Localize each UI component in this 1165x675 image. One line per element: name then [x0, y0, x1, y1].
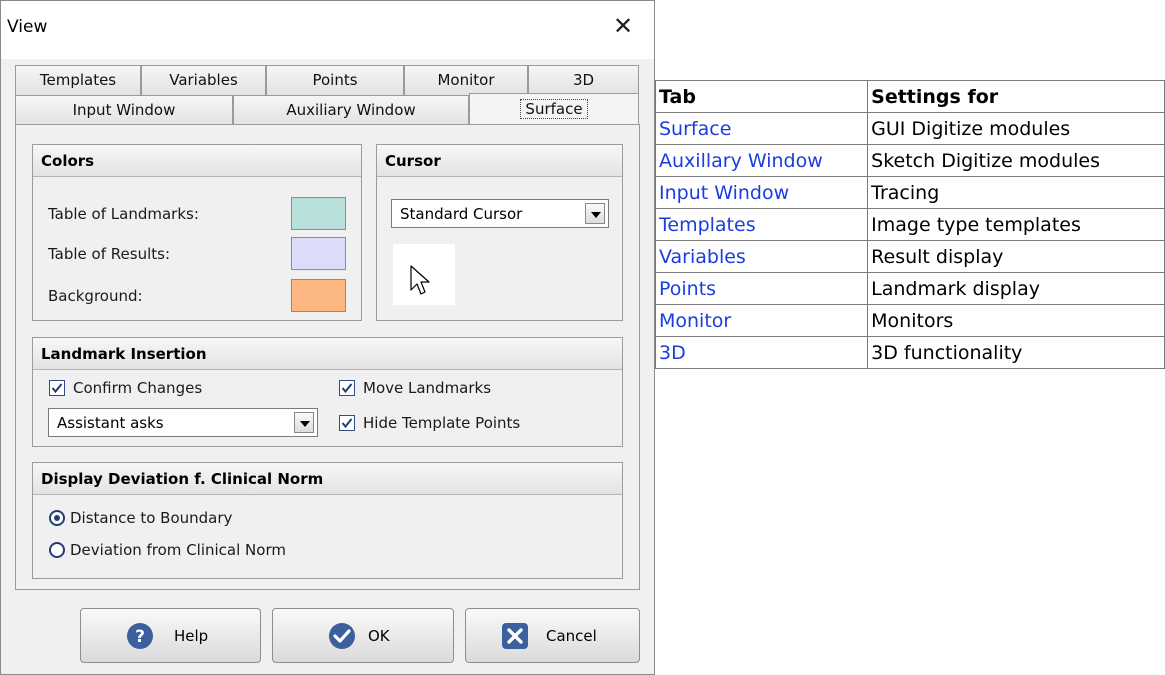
cursor-header: Cursor [377, 145, 622, 177]
view-dialog: View ✕ Templates Variables Points Monito… [0, 0, 655, 675]
tab-label: Surface [520, 99, 588, 119]
table-header-row: Tab Settings for [654, 80, 1165, 113]
hide-template-points-label: Hide Template Points [363, 414, 521, 432]
table-cell: 3D functionality [867, 336, 1165, 369]
cancel-button-label: Cancel [546, 627, 597, 645]
tab-points[interactable]: Points [266, 65, 404, 95]
chevron-down-icon[interactable] [294, 412, 314, 433]
cancel-icon [502, 623, 528, 649]
table-cell-link[interactable]: Surface [654, 112, 869, 145]
table-cell-link[interactable]: Input Window [654, 176, 869, 209]
table-cell-link[interactable]: Points [654, 272, 869, 305]
hide-template-points-checkbox[interactable] [339, 415, 355, 431]
table-header-tab: Tab [654, 80, 869, 113]
results-color-swatch[interactable] [291, 237, 346, 270]
tab-settings-table: Tab Settings for Surface GUI Digitize mod… [654, 80, 1165, 369]
checkmark-icon [329, 623, 355, 649]
close-icon[interactable]: ✕ [613, 13, 633, 39]
table-cell-link[interactable]: 3D [654, 336, 869, 369]
table-row: Auxillary Window Sketch Digitize modules [654, 144, 1165, 177]
title-bar: View ✕ [1, 1, 654, 59]
ok-button[interactable]: OK [272, 608, 454, 663]
landmarks-color-swatch[interactable] [291, 197, 346, 230]
assistant-select-value: Assistant asks [57, 414, 164, 432]
table-row: 3D 3D functionality [654, 336, 1165, 369]
table-row: Templates Image type templates [654, 208, 1165, 241]
help-button-label: Help [174, 627, 209, 645]
checkmark-icon [51, 383, 63, 394]
tab-3d[interactable]: 3D [528, 65, 639, 95]
move-landmarks-checkbox[interactable] [339, 380, 355, 396]
tab-label: Templates [39, 71, 117, 89]
tab-label: Points [312, 71, 358, 89]
tab-surface[interactable]: Surface [469, 93, 639, 126]
table-cell: Result display [867, 240, 1165, 273]
table-row: Surface GUI Digitize modules [654, 112, 1165, 145]
distance-to-boundary-label: Distance to Boundary [70, 509, 233, 527]
tab-label: Input Window [72, 101, 176, 119]
help-button[interactable]: ? Help [80, 608, 261, 663]
checkmark-icon [341, 418, 353, 429]
deviation-from-norm-label: Deviation from Clinical Norm [70, 541, 286, 559]
arrow-cursor-icon [410, 265, 430, 295]
checkmark-icon [341, 383, 353, 394]
background-color-swatch[interactable] [291, 279, 346, 312]
svg-text:?: ? [135, 627, 145, 647]
table-cell-link[interactable]: Auxillary Window [654, 144, 869, 177]
tab-label: Auxiliary Window [286, 101, 416, 119]
table-cell-link[interactable]: Monitor [654, 304, 869, 337]
cursor-preview [393, 244, 455, 305]
chevron-down-icon[interactable] [585, 203, 605, 224]
background-color-label: Background: [48, 287, 143, 305]
deviation-from-norm-radio[interactable] [49, 542, 65, 558]
tab-label: 3D [572, 71, 595, 89]
cursor-select[interactable]: Standard Cursor [391, 199, 609, 228]
deviation-header: Display Deviation f. Clinical Norm [33, 463, 622, 495]
tab-label: Monitor [437, 71, 495, 89]
confirm-changes-checkbox[interactable] [49, 380, 65, 396]
cursor-select-value: Standard Cursor [400, 205, 523, 223]
colors-header: Colors [33, 145, 361, 177]
table-cell: Tracing [867, 176, 1165, 209]
move-landmarks-label: Move Landmarks [363, 379, 492, 397]
table-row: Variables Result display [654, 240, 1165, 273]
tab-monitor[interactable]: Monitor [404, 65, 528, 95]
help-icon: ? [127, 623, 153, 649]
results-color-label: Table of Results: [48, 245, 170, 263]
tab-label: Variables [169, 71, 238, 89]
table-cell: Monitors [867, 304, 1165, 337]
table-cell-link[interactable]: Templates [654, 208, 869, 241]
table-cell: Sketch Digitize modules [867, 144, 1165, 177]
ok-button-label: OK [368, 627, 390, 645]
landmarks-color-label: Table of Landmarks: [48, 205, 199, 223]
tab-templates[interactable]: Templates [15, 65, 141, 95]
landmark-insertion-header: Landmark Insertion [33, 338, 622, 370]
dialog-title: View [7, 17, 48, 37]
table-cell: Image type templates [867, 208, 1165, 241]
assistant-select[interactable]: Assistant asks [48, 408, 318, 437]
table-row: Input Window Tracing [654, 176, 1165, 209]
tab-auxiliary-window[interactable]: Auxiliary Window [233, 95, 469, 125]
table-row: Points Landmark display [654, 272, 1165, 305]
table-header-settings: Settings for [867, 80, 1165, 113]
tab-variables[interactable]: Variables [141, 65, 266, 95]
distance-to-boundary-radio[interactable] [49, 510, 65, 526]
tab-input-window[interactable]: Input Window [15, 95, 233, 125]
table-cell: GUI Digitize modules [867, 112, 1165, 145]
cancel-button[interactable]: Cancel [465, 608, 640, 663]
table-cell-link[interactable]: Variables [654, 240, 869, 273]
confirm-changes-label: Confirm Changes [73, 379, 203, 397]
table-row: Monitor Monitors [654, 304, 1165, 337]
table-cell: Landmark display [867, 272, 1165, 305]
